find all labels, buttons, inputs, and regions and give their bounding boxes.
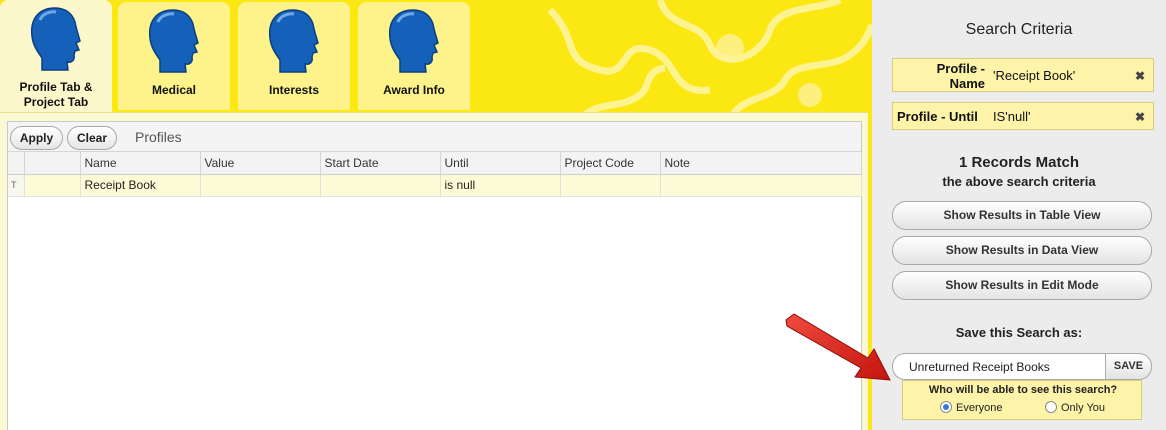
filter-cell-name[interactable]: Receipt Book [80, 174, 201, 197]
tab-interests[interactable]: Interests [238, 2, 350, 110]
filter-cell-until[interactable]: is null [440, 174, 561, 197]
filter-icon: T [8, 174, 25, 197]
red-arrow-icon [785, 313, 891, 381]
save-search-input[interactable] [892, 353, 1106, 380]
profiles-grid: Apply Clear Profiles Name Value Start Da… [7, 121, 862, 430]
remove-criteria-icon[interactable]: ✖ [1135, 110, 1145, 124]
person-head-icon [388, 9, 439, 73]
records-match-text: the above search criteria [942, 174, 1096, 189]
visibility-box: Who will be able to see this search? Eve… [902, 380, 1142, 420]
person-head-icon [268, 9, 319, 73]
person-head-icon [148, 9, 199, 73]
radio-selected-icon [940, 401, 952, 413]
tab-award-info[interactable]: Award Info [358, 2, 470, 110]
records-match-count: 1 Records Match [958, 154, 1080, 171]
column-header-name[interactable]: Name [80, 152, 201, 175]
tab-label: Medical [151, 83, 196, 97]
save-search-label: Save this Search as: [955, 325, 1083, 340]
tab-label: Award Info [383, 83, 445, 97]
column-header-start-date[interactable]: Start Date [320, 152, 441, 175]
visibility-question: Who will be able to see this search? [928, 384, 1118, 396]
main-area: Profile Tab & Project Tab Medical Interes… [0, 0, 872, 430]
column-header-select [24, 152, 81, 175]
save-button[interactable]: SAVE [1105, 353, 1152, 380]
filter-cell-project-code[interactable] [560, 174, 661, 197]
criteria-label: Profile - Name [936, 61, 985, 91]
criteria-value: 'Receipt Book' [993, 68, 1076, 83]
radio-unselected-icon [1045, 401, 1057, 413]
grid-table: Name Value Start Date Until Project Code… [8, 152, 862, 197]
column-header-indicator [8, 152, 25, 175]
tab-label: Interests [268, 83, 320, 97]
tab-medical[interactable]: Medical [118, 2, 230, 110]
filter-cell-value[interactable] [200, 174, 321, 197]
grid-header-row: Name Value Start Date Until Project Code… [8, 152, 862, 175]
column-header-until[interactable]: Until [440, 152, 561, 175]
filter-cell-select[interactable] [24, 174, 81, 197]
radio-everyone[interactable]: Everyone [940, 401, 1002, 414]
grid-title: Profiles [135, 129, 182, 145]
apply-button[interactable]: Apply [10, 126, 63, 150]
remove-criteria-icon[interactable]: ✖ [1135, 69, 1145, 83]
column-header-note[interactable]: Note [660, 152, 862, 175]
tab-label: Profile Tab & Project Tab [19, 80, 93, 109]
show-results-data-view-button[interactable]: Show Results in Data View [892, 236, 1152, 265]
show-results-edit-mode-button[interactable]: Show Results in Edit Mode [892, 271, 1152, 300]
criteria-profile-until: Profile - Until IS'null' ✖ [892, 102, 1154, 130]
filter-cell-start-date[interactable] [320, 174, 441, 197]
criteria-profile-name: Profile - Name 'Receipt Book' ✖ [892, 58, 1154, 92]
search-criteria-title: Search Criteria [965, 21, 1073, 38]
puzzle-background [547, 0, 872, 120]
tab-profile-project[interactable]: Profile Tab & Project Tab [0, 0, 112, 112]
clear-button[interactable]: Clear [67, 126, 117, 150]
column-header-value[interactable]: Value [200, 152, 321, 175]
criteria-value: IS'null' [993, 109, 1031, 124]
show-results-table-view-button[interactable]: Show Results in Table View [892, 201, 1152, 230]
column-header-project-code[interactable]: Project Code [560, 152, 661, 175]
criteria-label: Profile - Until [897, 109, 978, 124]
filter-cell-note[interactable] [660, 174, 862, 197]
filter-row: T Receipt Book is null [8, 174, 862, 197]
radio-only-you[interactable]: Only You [1045, 401, 1105, 414]
search-criteria-panel: Search Criteria Profile - Name 'Receipt B… [872, 0, 1166, 430]
person-head-icon [30, 7, 81, 71]
content-panel: Apply Clear Profiles Name Value Start Da… [0, 112, 868, 430]
grid-toolbar: Apply Clear Profiles [8, 122, 861, 152]
